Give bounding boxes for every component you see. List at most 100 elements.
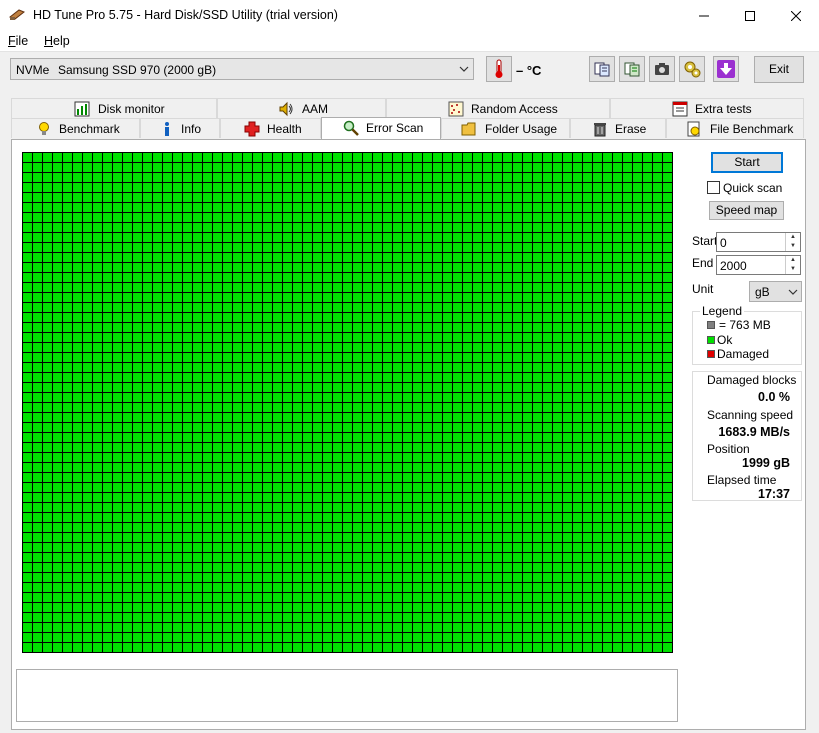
tab-aam[interactable]: AAM: [217, 98, 386, 118]
scanning-speed-label: Scanning speed: [707, 408, 794, 422]
drive-select[interactable]: NVMe Samsung SSD 970 (2000 gB): [10, 58, 474, 80]
copy-info-icon: [624, 62, 640, 77]
tab-extra-tests[interactable]: Extra tests: [610, 98, 804, 118]
log-output: [16, 669, 678, 722]
drive-type: NVMe: [16, 63, 50, 77]
elapsed-time-value: 17:37: [758, 487, 790, 501]
tab-disk-monitor[interactable]: Disk monitor: [11, 98, 217, 118]
tab-random-access[interactable]: Random Access: [386, 98, 610, 118]
unit-label: Unit: [692, 282, 714, 296]
legend-title: Legend: [700, 304, 745, 318]
tab-label: Extra tests: [695, 102, 752, 116]
start-button[interactable]: Start: [711, 152, 783, 173]
folder-icon: [461, 122, 476, 136]
tab-label: Erase: [615, 122, 647, 136]
title-bar: HD Tune Pro 5.75 - Hard Disk/SSD Utility…: [0, 0, 819, 31]
tab-label: Disk monitor: [98, 102, 165, 116]
tab-erase[interactable]: Erase: [570, 118, 666, 138]
maximize-button[interactable]: [727, 0, 773, 31]
tab-label: Error Scan: [366, 121, 424, 135]
trash-icon: [594, 123, 606, 137]
down-arrow-icon: ▼: [790, 266, 796, 272]
block-map-grid: [22, 152, 673, 653]
app-icon: [9, 9, 25, 20]
info-icon: [165, 122, 169, 136]
minimize-icon: [699, 15, 709, 16]
end-value: 2000: [720, 259, 747, 273]
unit-select[interactable]: gB: [749, 281, 802, 302]
extra-tests-icon: [672, 101, 688, 117]
copy-info-button[interactable]: [619, 56, 645, 82]
tab-folder-usage[interactable]: Folder Usage: [441, 118, 570, 138]
quick-scan-checkbox[interactable]: [707, 181, 720, 194]
scanning-speed-value: 1683.9 MB/s: [718, 425, 790, 439]
copy-text-button[interactable]: [589, 56, 615, 82]
spinner-arrows[interactable]: ▲ ▼: [785, 256, 800, 274]
tab-health[interactable]: Health: [220, 118, 321, 138]
tab-label: File Benchmark: [710, 122, 794, 136]
tab-label: Info: [181, 122, 202, 136]
file-benchmark-icon: [687, 121, 700, 137]
tab-info[interactable]: Info: [140, 118, 220, 138]
elapsed-time-label: Elapsed time: [707, 473, 777, 487]
up-arrow-icon: ▲: [790, 257, 796, 263]
maximize-icon: [745, 10, 755, 21]
window-title: HD Tune Pro 5.75 - Hard Disk/SSD Utility…: [33, 8, 338, 22]
tab-benchmark[interactable]: Benchmark: [11, 118, 140, 138]
damaged-blocks-label: Damaged blocks: [707, 373, 797, 387]
down-arrow-icon: ▼: [790, 243, 796, 249]
tab-label: Benchmark: [59, 122, 120, 136]
health-cross-icon: [244, 121, 260, 137]
close-icon: [791, 10, 801, 21]
tab-error-scan[interactable]: Error Scan: [321, 117, 441, 139]
tab-label: Folder Usage: [485, 122, 558, 136]
up-arrow-icon: ▲: [790, 234, 796, 240]
quick-scan-label: Quick scan: [723, 181, 783, 195]
legend-damaged: Damaged: [717, 347, 770, 361]
tab-label: Random Access: [471, 102, 558, 116]
unit-value: gB: [755, 285, 770, 299]
legend-ok: Ok: [717, 333, 733, 347]
magnifier-icon: [343, 120, 359, 136]
options-button[interactable]: [679, 56, 705, 82]
tab-label: Health: [267, 122, 302, 136]
position-label: Position: [707, 442, 750, 456]
camera-icon: [655, 63, 669, 75]
menu-help[interactable]: Help: [44, 34, 70, 48]
exit-button[interactable]: Exit: [754, 56, 804, 83]
end-spinner[interactable]: 2000 ▲ ▼: [716, 255, 801, 275]
temperature-button[interactable]: [486, 56, 512, 82]
tab-label: AAM: [302, 102, 329, 116]
chevron-down-icon: [459, 66, 469, 72]
save-icon: [717, 60, 735, 78]
save-button[interactable]: [713, 56, 739, 82]
speed-map-button[interactable]: Speed map: [709, 201, 784, 220]
spinner-arrows[interactable]: ▲ ▼: [785, 233, 800, 251]
legend-swatch-block: [707, 321, 715, 329]
start-field-label: Start: [692, 234, 718, 248]
position-value: 1999 gB: [742, 456, 790, 470]
start-spinner[interactable]: 0 ▲ ▼: [716, 232, 801, 252]
chevron-down-icon: [788, 289, 798, 295]
tab-file-benchmark[interactable]: File Benchmark: [666, 118, 804, 138]
copy-text-icon: [594, 62, 610, 77]
legend-block-size: = 763 MB: [719, 318, 771, 332]
thermometer-icon: [495, 59, 503, 78]
temperature-readout: – °C: [516, 63, 542, 78]
end-field-label: End: [692, 256, 714, 270]
menu-bar: File Help: [0, 31, 819, 52]
screenshot-button[interactable]: [649, 56, 675, 82]
benchmark-icon: [39, 122, 49, 135]
random-access-icon: [448, 101, 464, 117]
legend-swatch-damaged: [707, 350, 715, 358]
legend-swatch-ok: [707, 336, 715, 344]
options-icon: [684, 61, 701, 78]
close-button[interactable]: [773, 0, 819, 31]
damaged-blocks-value: 0.0 %: [758, 390, 790, 404]
menu-file[interactable]: File: [8, 34, 28, 48]
minimize-button[interactable]: [681, 0, 727, 31]
speaker-icon: [279, 101, 293, 117]
start-value: 0: [720, 236, 727, 250]
drive-name: Samsung SSD 970 (2000 gB): [58, 63, 217, 77]
disk-monitor-icon: [74, 101, 90, 117]
